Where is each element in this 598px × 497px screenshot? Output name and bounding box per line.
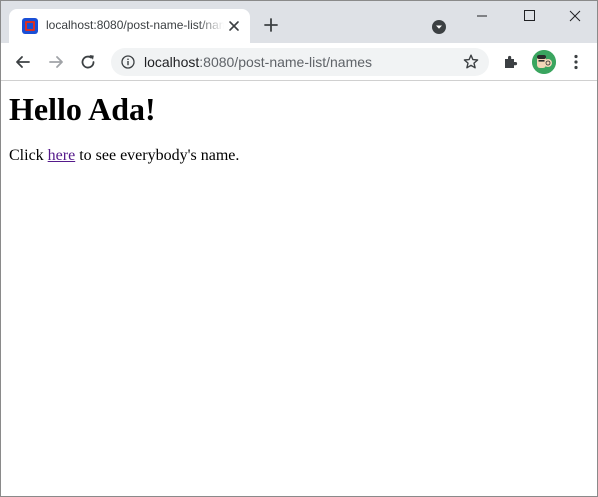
tab-title: localhost:8080/post-name-list/names xyxy=(46,18,224,32)
site-favicon-icon xyxy=(22,18,38,34)
url-text[interactable]: localhost:8080/post-name-list/names xyxy=(144,54,372,70)
browser-toolbar: localhost:8080/post-name-list/names xyxy=(1,43,597,81)
page-paragraph: Click here to see everybody's name. xyxy=(9,147,589,165)
tab-search-icon[interactable] xyxy=(431,19,447,35)
text-after-link: to see everybody's name. xyxy=(75,147,240,164)
info-icon[interactable] xyxy=(121,55,135,69)
extensions-puzzle-icon[interactable] xyxy=(502,53,520,71)
page-heading: Hello Ada! xyxy=(9,91,156,127)
active-tab[interactable]: localhost:8080/post-name-list/names xyxy=(9,9,250,43)
tab-strip: localhost:8080/post-name-list/names xyxy=(1,1,597,43)
bookmark-star-icon[interactable] xyxy=(462,53,480,71)
page-content: Hello Ada! Click here to see everybody's… xyxy=(1,82,597,496)
avatar-face-icon xyxy=(532,50,556,74)
close-tab-icon[interactable] xyxy=(225,17,243,35)
new-tab-plus-icon[interactable] xyxy=(262,16,280,34)
more-vert-icon[interactable] xyxy=(567,53,585,71)
maximize-icon[interactable] xyxy=(506,1,552,31)
browser-window: localhost:8080/post-name-list/names loca… xyxy=(0,0,598,497)
url-path: :8080/post-name-list/names xyxy=(199,54,373,70)
url-host: localhost xyxy=(144,54,200,70)
minimize-icon[interactable] xyxy=(459,1,505,31)
reload-icon[interactable] xyxy=(78,52,98,72)
profile-avatar[interactable] xyxy=(532,50,556,74)
window-close-icon[interactable] xyxy=(552,1,598,31)
forward-arrow-icon[interactable] xyxy=(46,52,66,72)
here-link[interactable]: here xyxy=(48,147,76,164)
text-before-link: Click xyxy=(9,147,48,164)
back-arrow-icon[interactable] xyxy=(13,52,33,72)
address-bar[interactable]: localhost:8080/post-name-list/names xyxy=(111,48,489,76)
